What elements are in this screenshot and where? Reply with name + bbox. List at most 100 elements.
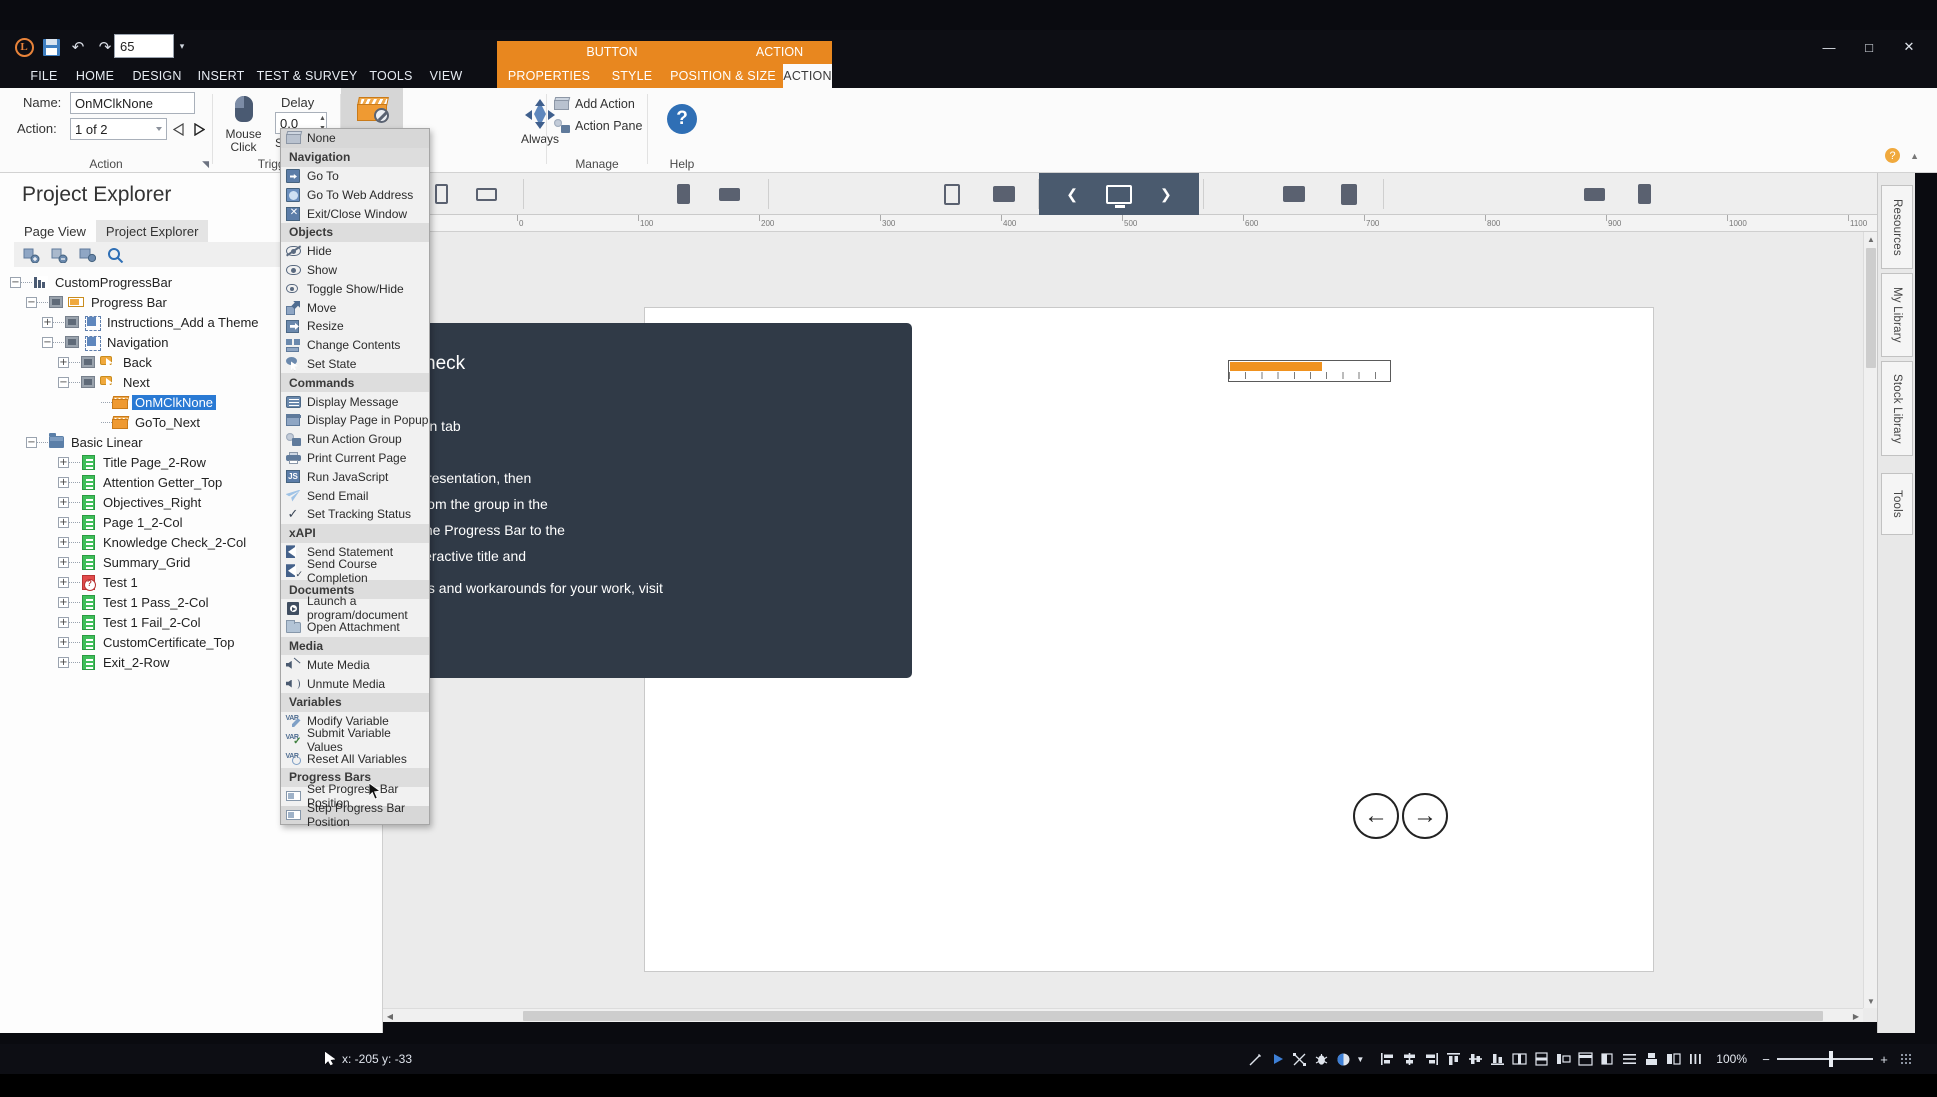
search-icon[interactable] xyxy=(106,245,125,264)
canvas-area[interactable]: Knowledge Check 1. Select the Design tab… xyxy=(383,232,1877,1022)
menu-item[interactable]: Exit/Close Window xyxy=(281,204,429,223)
device-desktop-active[interactable]: ❮ ❯ xyxy=(1039,173,1199,215)
tab-position-size[interactable]: POSITION & SIZE xyxy=(663,64,783,88)
expand-all-icon[interactable] xyxy=(22,245,41,264)
align-top-icon[interactable] xyxy=(1442,1044,1464,1074)
menu-item[interactable]: Send Email xyxy=(281,486,429,505)
menu-item[interactable]: ✓Send Course Completion xyxy=(281,561,429,580)
menu-item[interactable]: VARReset All Variables xyxy=(281,749,429,768)
next-action-button[interactable] xyxy=(190,118,208,140)
contrast-icon[interactable] xyxy=(1332,1044,1354,1074)
scroll-up-icon[interactable]: ▲ xyxy=(1864,232,1877,246)
add-item-icon[interactable] xyxy=(78,245,97,264)
nav-previous-button[interactable]: ← xyxy=(1353,793,1399,839)
device-phone-portrait-3[interactable] xyxy=(1623,173,1665,215)
menu-item[interactable]: Toggle Show/Hide xyxy=(281,279,429,298)
menu-item[interactable]: Show xyxy=(281,261,429,280)
chevron-left-icon[interactable]: ❮ xyxy=(1066,186,1078,203)
zoom-slider-knob[interactable] xyxy=(1829,1051,1833,1067)
scroll-right-icon[interactable]: ▶ xyxy=(1849,1009,1863,1022)
zoom-out-button[interactable]: − xyxy=(1755,1044,1777,1074)
menu-item[interactable]: VAR✓Submit Variable Values xyxy=(281,731,429,750)
menu-item[interactable]: Run Action Group xyxy=(281,430,429,449)
expand-toggle-icon[interactable]: + xyxy=(58,657,69,668)
expand-toggle-icon[interactable]: + xyxy=(58,577,69,588)
menu-item[interactable]: Move xyxy=(281,298,429,317)
tab-properties[interactable]: PROPERTIES xyxy=(497,64,601,88)
expand-toggle-icon[interactable]: + xyxy=(58,477,69,488)
ungroup-icon[interactable] xyxy=(1662,1044,1684,1074)
mouse-click-trigger-button[interactable]: Mouse Click xyxy=(216,88,271,154)
align-left-icon[interactable] xyxy=(1376,1044,1398,1074)
action-dialog-launcher-icon[interactable]: ◥ xyxy=(198,159,209,170)
menu-item[interactable]: Display Page in Popup xyxy=(281,411,429,430)
size-height-icon[interactable] xyxy=(1596,1044,1618,1074)
canvas-horizontal-scrollbar[interactable]: ◀ ▶ xyxy=(383,1008,1863,1022)
bug-icon[interactable] xyxy=(1310,1044,1332,1074)
nav-next-button[interactable]: → xyxy=(1402,793,1448,839)
distribute-vertical-icon[interactable] xyxy=(1530,1044,1552,1074)
add-action-button[interactable]: Add Action xyxy=(553,96,635,112)
dropdown-caret-icon[interactable]: ▼ xyxy=(1354,1044,1366,1074)
menu-item[interactable]: None xyxy=(281,129,429,148)
action-pane-button[interactable]: Action Pane xyxy=(553,118,642,134)
size-width-icon[interactable] xyxy=(1552,1044,1574,1074)
menu-item[interactable]: Print Current Page xyxy=(281,449,429,468)
dock-my-library[interactable]: My Library xyxy=(1881,273,1913,357)
vertical-scroll-thumb[interactable] xyxy=(1866,248,1876,368)
dock-resources[interactable]: Resources xyxy=(1881,185,1913,269)
align-right-icon[interactable] xyxy=(1420,1044,1442,1074)
menu-item[interactable]: Launch a program/document xyxy=(281,599,429,618)
menu-item[interactable]: JSRun JavaScript xyxy=(281,467,429,486)
canvas-vertical-scrollbar[interactable]: ▲ ▼ xyxy=(1863,232,1877,1008)
expand-toggle-icon[interactable]: + xyxy=(58,617,69,628)
menu-item[interactable]: Go To Web Address xyxy=(281,185,429,204)
collapse-toggle-icon[interactable]: − xyxy=(42,337,53,348)
device-tablet-portrait[interactable] xyxy=(931,173,973,215)
transition-icon[interactable] xyxy=(1288,1044,1310,1074)
menu-item[interactable]: Go To xyxy=(281,167,429,186)
align-center-icon[interactable] xyxy=(1398,1044,1420,1074)
save-icon[interactable] xyxy=(41,37,61,57)
lectora-logo-icon[interactable]: L xyxy=(14,37,34,57)
tab-tools[interactable]: TOOLS xyxy=(362,64,420,88)
tab-home[interactable]: HOME xyxy=(66,64,124,88)
expand-toggle-icon[interactable]: + xyxy=(58,497,69,508)
zoom-slider[interactable] xyxy=(1777,1044,1873,1074)
undo-icon[interactable]: ↶ xyxy=(68,37,88,57)
size-equal-icon[interactable] xyxy=(1574,1044,1596,1074)
device-phone-landscape[interactable] xyxy=(465,173,507,215)
tab-view[interactable]: VIEW xyxy=(420,64,472,88)
collapse-toggle-icon[interactable]: − xyxy=(26,297,37,308)
maximize-button[interactable]: □ xyxy=(1849,32,1889,62)
device-phone-landscape-3[interactable] xyxy=(1573,173,1615,215)
previous-action-button[interactable] xyxy=(170,118,188,140)
menu-item[interactable]: ✓Set Tracking Status xyxy=(281,505,429,524)
redo-icon[interactable]: ↷ xyxy=(95,37,115,57)
custom-progress-bar-widget[interactable] xyxy=(1228,360,1391,382)
distribute-horizontal-icon[interactable] xyxy=(1508,1044,1530,1074)
dock-stock-library[interactable]: Stock Library xyxy=(1881,361,1913,456)
device-phone-portrait-2[interactable] xyxy=(663,173,703,215)
expand-toggle-icon[interactable]: + xyxy=(58,457,69,468)
columns-icon[interactable] xyxy=(1684,1044,1706,1074)
collapse-all-icon[interactable] xyxy=(50,245,69,264)
device-tablet-portrait-2[interactable] xyxy=(1328,173,1370,215)
scroll-left-icon[interactable]: ◀ xyxy=(383,1009,397,1022)
expand-toggle-icon[interactable]: + xyxy=(58,557,69,568)
group-icon[interactable] xyxy=(1640,1044,1662,1074)
collapse-toggle-icon[interactable]: − xyxy=(26,437,37,448)
pen-tool-icon[interactable] xyxy=(1244,1044,1266,1074)
menu-item[interactable]: Hide xyxy=(281,242,429,261)
scroll-down-icon[interactable]: ▼ xyxy=(1864,994,1877,1008)
horizontal-scroll-thumb[interactable] xyxy=(523,1011,1823,1021)
tab-style[interactable]: STYLE xyxy=(601,64,663,88)
tab-design[interactable]: DESIGN xyxy=(124,64,190,88)
expand-toggle-icon[interactable]: + xyxy=(58,537,69,548)
device-tablet-landscape[interactable] xyxy=(983,173,1025,215)
align-bottom-icon[interactable] xyxy=(1486,1044,1508,1074)
minimize-button[interactable]: — xyxy=(1809,32,1849,62)
tab-page-view[interactable]: Page View xyxy=(14,220,96,242)
menu-item[interactable]: Display Message xyxy=(281,392,429,411)
tab-file[interactable]: FILE xyxy=(22,64,66,88)
